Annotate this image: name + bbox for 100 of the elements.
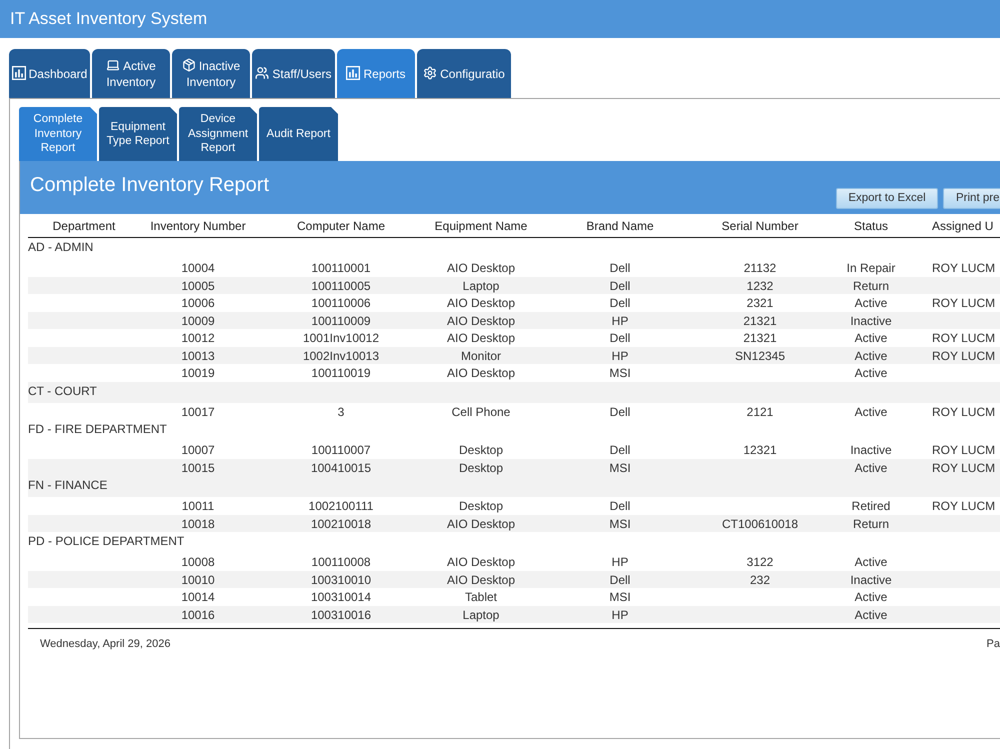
table-cell: 100110007	[311, 443, 371, 457]
column-header: Equipment Name	[434, 218, 528, 232]
table-cell: Cell Phone	[452, 404, 510, 418]
table-cell: 232	[750, 572, 770, 586]
table-cell: ROY LUCM	[932, 443, 996, 457]
table-cell: In Repair	[846, 261, 896, 275]
table-cell: 10016	[181, 608, 215, 622]
table-cell: 10017	[181, 404, 215, 418]
table-cell: 100310016	[310, 608, 372, 622]
bar-chart-icon	[12, 66, 26, 80]
table-cell: AIO Desktop	[446, 314, 516, 328]
report-tab[interactable]: Audit Report	[259, 107, 338, 161]
report-title: Complete Inventory Report	[30, 173, 270, 197]
nav-tab[interactable]: Active Inventory	[92, 49, 170, 98]
table-cell: HP	[612, 314, 628, 328]
table-cell: Dell	[610, 331, 630, 345]
table-cell: Return	[852, 278, 890, 292]
report-tab[interactable]: Complete Inventory Report	[19, 107, 97, 161]
table-cell: 100110001	[311, 261, 371, 275]
table-cell: 10005	[181, 278, 215, 292]
column-header: Status	[854, 218, 888, 232]
table-cell: Dell	[610, 261, 630, 275]
table-cell: ROY LUCM	[932, 499, 996, 513]
column-header: Assigned U	[932, 218, 994, 232]
table-cell: Laptop	[462, 278, 500, 292]
table-cell: AIO Desktop	[446, 331, 516, 345]
table-cell: Dell	[610, 443, 630, 457]
table-cell: ROY LUCM	[932, 261, 996, 275]
table-cell: HP	[612, 608, 628, 622]
box-icon	[182, 58, 196, 72]
table-cell: Dell	[610, 572, 630, 586]
table-cell: 10018	[181, 516, 215, 530]
bar-chart-icon	[346, 66, 360, 80]
settings-icon	[423, 66, 438, 80]
date-text: Wednesday, April 29, 2026	[40, 637, 170, 651]
nav-tab[interactable]: Reports	[337, 49, 415, 98]
report-tab[interactable]: Equipment Type Report	[99, 107, 177, 161]
table-cell: Active	[854, 296, 888, 310]
table-cell: Desktop	[458, 443, 504, 457]
table-cell: Desktop	[458, 499, 504, 513]
table-cell: 10008	[181, 555, 215, 569]
table-cell: 2321	[746, 296, 774, 310]
table-cell: Dell	[610, 404, 630, 418]
export-button[interactable]: Export to Excel	[836, 188, 938, 209]
table-cell: AIO Desktop	[446, 572, 516, 586]
table-cell: 100110019	[311, 366, 371, 380]
department-label: FD - FIRE DEPARTMENT	[28, 422, 167, 436]
table-cell: 100310014	[310, 590, 372, 604]
table-cell: ROY LUCM	[932, 460, 996, 474]
table-cell: 10006	[181, 296, 215, 310]
table-cell: ROY LUCM	[932, 348, 996, 362]
department-label: PD - POLICE DEPARTMENT	[28, 534, 184, 548]
app-title: IT Asset Inventory System	[10, 8, 208, 30]
table-cell: MSI	[609, 366, 631, 380]
table-cell: 100110008	[311, 555, 371, 569]
column-header: Department	[52, 218, 116, 232]
table-cell: 1002Inv10013	[302, 348, 380, 362]
table-cell: 10019	[181, 366, 215, 380]
table-cell: Return	[852, 516, 890, 530]
table-cell: HP	[612, 555, 628, 569]
table-cell: Dell	[610, 296, 630, 310]
department-label: CT - COURT	[28, 384, 97, 398]
table-cell: AIO Desktop	[446, 516, 516, 530]
table-cell: SN12345	[734, 348, 786, 362]
table-cell: 10014	[181, 590, 215, 604]
table-cell: Laptop	[462, 608, 500, 622]
table-cell: Active	[854, 608, 888, 622]
table-cell: 10011	[182, 499, 214, 513]
department-label: AD - ADMIN	[28, 240, 94, 254]
table-cell: MSI	[609, 590, 631, 604]
report-tab[interactable]: Device Assignment Report	[179, 107, 257, 161]
table-cell: 10004	[181, 261, 215, 275]
table-cell: 10015	[181, 460, 215, 474]
nav-tab[interactable]: Configuratio	[417, 49, 511, 98]
table-cell: Active	[854, 555, 888, 569]
table-cell: 3122	[746, 555, 774, 569]
column-header: Brand Name	[586, 218, 654, 232]
nav-tab[interactable]: Inactive Inventory	[172, 49, 250, 98]
table-cell: HP	[612, 348, 628, 362]
table-cell: 21132	[744, 261, 776, 275]
table-cell: 100110006	[311, 296, 371, 310]
nav-tab[interactable]: Dashboard	[9, 49, 90, 98]
print-button[interactable]: Print pre	[943, 188, 1000, 209]
table-cell: AIO Desktop	[446, 366, 516, 380]
table-cell: Dell	[610, 278, 630, 292]
table-cell: Active	[854, 590, 888, 604]
department-label: FN - FINANCE	[28, 478, 108, 492]
table-cell: AIO Desktop	[446, 555, 516, 569]
table-cell: 1232	[746, 278, 774, 292]
column-header: Serial Number	[722, 218, 798, 232]
table-cell: 2121	[746, 404, 774, 418]
table-cell: 100210018	[310, 516, 372, 530]
nav-tab[interactable]: Staff/Users	[252, 49, 335, 98]
table-cell: 21321	[743, 331, 777, 345]
table-cell: AIO Desktop	[446, 261, 516, 275]
table-cell: 100410015	[310, 460, 372, 474]
table-cell: 10010	[181, 572, 215, 586]
table-cell: AIO Desktop	[446, 296, 516, 310]
table-cell: ROY LUCM	[932, 331, 996, 345]
table-cell: MSI	[609, 516, 631, 530]
